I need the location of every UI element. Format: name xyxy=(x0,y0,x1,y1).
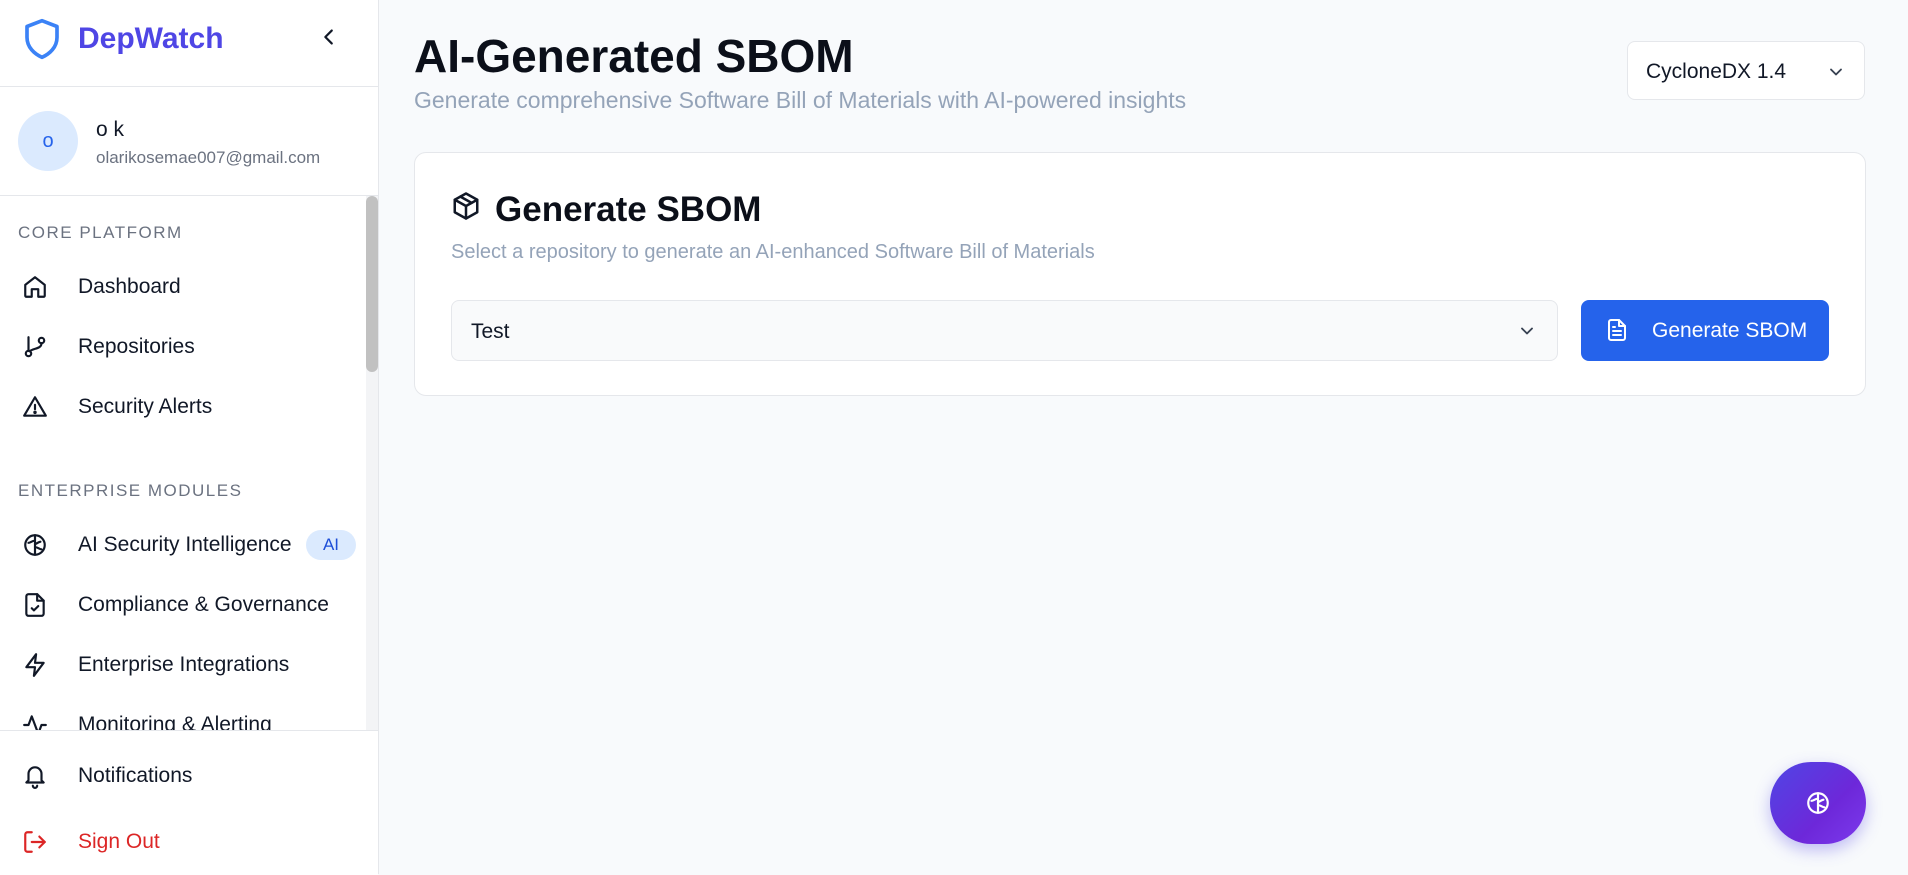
sidebar-item-label: Compliance & Governance xyxy=(78,593,329,616)
sidebar-item-label: Enterprise Integrations xyxy=(78,653,290,676)
format-select-value: CycloneDX 1.4 xyxy=(1646,60,1787,83)
sidebar-item-repositories[interactable]: Repositories xyxy=(0,319,366,375)
chevron-down-icon xyxy=(1826,62,1846,82)
file-check-icon xyxy=(22,592,48,618)
sidebar-item-enterprise-integrations[interactable]: Enterprise Integrations xyxy=(0,637,366,693)
repository-select-value: Test xyxy=(471,320,510,343)
package-icon xyxy=(451,191,481,221)
sidebar-item-label: AI Security Intelligence xyxy=(78,533,292,556)
ai-assistant-button[interactable] xyxy=(1770,762,1866,844)
user-name: o k xyxy=(96,118,125,141)
brain-icon xyxy=(22,532,48,558)
sidebar-item-notifications[interactable]: Notifications xyxy=(0,748,366,804)
page-title: AI-Generated SBOM xyxy=(414,30,854,82)
sidebar-nav: CORE PLATFORM Dashboard Repositories Sec… xyxy=(0,196,366,730)
user-email: olarikosemae007@gmail.com xyxy=(96,148,321,167)
sidebar-scrollbar-thumb[interactable] xyxy=(366,196,378,372)
card-title: Generate SBOM xyxy=(495,190,762,229)
log-out-icon xyxy=(22,829,48,855)
zap-icon xyxy=(22,652,48,678)
chevron-left-icon[interactable] xyxy=(318,26,340,48)
sidebar-item-compliance-governance[interactable]: Compliance & Governance xyxy=(0,577,366,633)
sidebar-item-dashboard[interactable]: Dashboard xyxy=(0,259,366,315)
sidebar-item-label: Sign Out xyxy=(78,830,160,853)
sbom-format-select[interactable]: CycloneDX 1.4 xyxy=(1627,41,1865,100)
sidebar-item-label: Repositories xyxy=(78,335,195,358)
bell-icon xyxy=(22,763,48,789)
file-text-icon xyxy=(1605,318,1629,342)
sidebar-item-label: Monitoring & Alerting xyxy=(78,713,272,730)
sidebar-item-label: Notifications xyxy=(78,764,193,787)
brand-name: DepWatch xyxy=(78,22,224,55)
sidebar: DepWatch o o k olarikosemae007@gmail.com… xyxy=(0,0,379,875)
user-profile: o o k olarikosemae007@gmail.com xyxy=(0,87,378,196)
sidebar-item-security-alerts[interactable]: Security Alerts xyxy=(0,379,366,435)
avatar: o xyxy=(18,111,78,171)
card-subtitle: Select a repository to generate an AI-en… xyxy=(451,241,1095,263)
chevron-down-icon xyxy=(1517,321,1537,341)
repository-select[interactable]: Test xyxy=(451,300,1558,361)
generate-sbom-button-label: Generate SBOM xyxy=(1652,319,1808,342)
generate-sbom-card: Generate SBOM Select a repository to gen… xyxy=(414,152,1866,396)
shield-icon xyxy=(22,17,62,61)
alert-triangle-icon xyxy=(22,394,48,420)
home-icon xyxy=(22,274,48,300)
section-title-core: CORE PLATFORM xyxy=(18,223,183,242)
activity-icon xyxy=(22,712,48,730)
page-subtitle: Generate comprehensive Software Bill of … xyxy=(414,87,1187,113)
sidebar-item-sign-out[interactable]: Sign Out xyxy=(0,814,366,870)
section-title-enterprise: ENTERPRISE MODULES xyxy=(18,481,243,500)
sidebar-header: DepWatch xyxy=(0,0,378,87)
generate-sbom-button[interactable]: Generate SBOM xyxy=(1581,300,1829,361)
sidebar-item-ai-security-intelligence[interactable]: AI Security Intelligence AI xyxy=(0,517,366,573)
sidebar-item-label: Dashboard xyxy=(78,275,181,298)
sidebar-footer: Notifications Sign Out xyxy=(0,730,378,875)
brain-icon xyxy=(1805,790,1831,816)
ai-badge: AI xyxy=(306,530,356,560)
sidebar-item-monitoring-alerting[interactable]: Monitoring & Alerting xyxy=(0,697,366,730)
git-branch-icon xyxy=(22,334,48,360)
sidebar-item-label: Security Alerts xyxy=(78,395,213,418)
